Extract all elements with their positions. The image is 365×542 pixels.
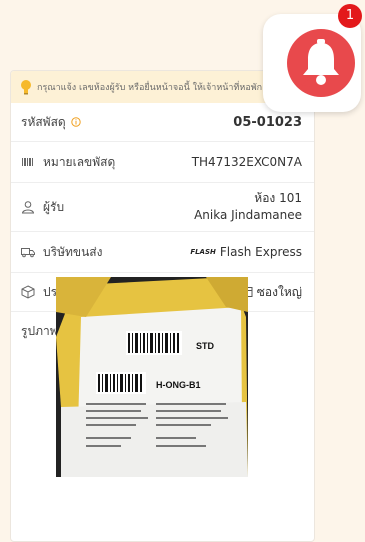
bell-icon[interactable] xyxy=(287,29,355,97)
info-icon[interactable] xyxy=(71,117,81,127)
tracking-value: TH47132EXC0N7A xyxy=(191,155,302,169)
photo-sort-text: H-ONG-B1 xyxy=(156,380,201,390)
recipient-name: Anika Jindamanee xyxy=(194,208,302,222)
parcel-photo[interactable]: STD H-ONG-B1 xyxy=(56,277,248,477)
parcel-code-label: รหัสพัสดุ xyxy=(21,114,66,129)
tracking-label: หมายเลขพัสดุ xyxy=(43,154,116,169)
photo-std-text: STD xyxy=(196,341,215,351)
carrier-row: บริษัทขนส่ง FLASH Flash Express xyxy=(11,232,314,273)
notification-count-badge: 1 xyxy=(338,4,362,28)
carrier-value: Flash Express xyxy=(219,245,302,259)
user-icon xyxy=(21,201,35,214)
parcel-type-value: ซองใหญ่ xyxy=(256,284,302,299)
lightbulb-icon xyxy=(21,80,31,95)
box-icon xyxy=(21,285,35,299)
truck-icon xyxy=(21,248,35,258)
recipient-label: ผู้รับ xyxy=(43,199,65,214)
barcode-icon xyxy=(22,158,33,166)
parcel-code-row: รหัสพัสดุ 05-01023 xyxy=(11,103,314,142)
carrier-label: บริษัทขนส่ง xyxy=(43,244,103,259)
flash-logo: FLASH xyxy=(190,248,216,256)
tracking-row: หมายเลขพัสดุ TH47132EXC0N7A xyxy=(11,142,314,183)
recipient-row: ผู้รับ ห้อง 101 Anika Jindamanee xyxy=(11,183,314,232)
parcel-photo-image: STD H-ONG-B1 xyxy=(56,277,248,477)
recipient-room: ห้อง 101 xyxy=(254,191,302,205)
parcel-code-value: 05-01023 xyxy=(233,114,302,130)
